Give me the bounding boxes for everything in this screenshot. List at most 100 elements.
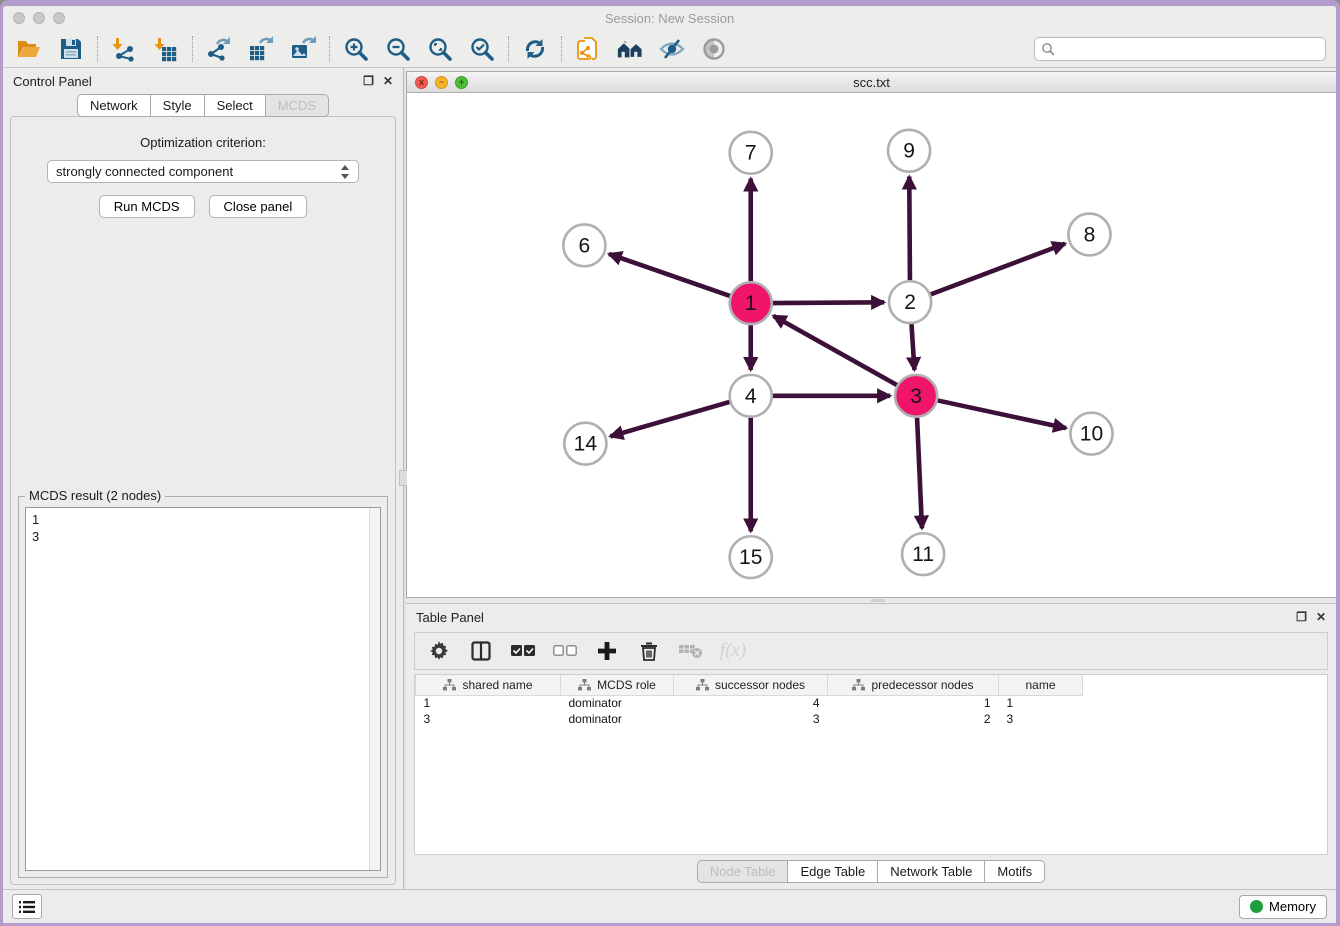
network-window-titlebar: scc.txt x − +	[407, 72, 1336, 93]
table-toolbar: f(x)	[414, 632, 1328, 670]
tab-style[interactable]: Style	[151, 94, 205, 117]
mcds-tab-content: Optimization criterion: strongly connect…	[10, 116, 396, 885]
horizontal-splitter[interactable]	[406, 598, 1336, 603]
zoom-selected-icon[interactable]	[468, 35, 496, 63]
refresh-layout-icon[interactable]	[521, 35, 549, 63]
mcds-result-text[interactable]: 1 3	[25, 507, 381, 871]
float-table-panel-icon[interactable]: ❐	[1296, 611, 1307, 623]
column-header-shared-name[interactable]: shared name	[416, 675, 561, 695]
edge-1-6[interactable]	[609, 254, 730, 296]
node-label-11: 11	[912, 543, 934, 566]
column-header-successor-nodes[interactable]: successor nodes	[674, 675, 828, 695]
network-canvas[interactable]: 7968124314101511	[407, 93, 1336, 597]
column-header-name[interactable]: name	[999, 675, 1083, 695]
window-titlebar: Session: New Session	[3, 6, 1336, 30]
save-session-icon[interactable]	[57, 35, 85, 63]
cell-successor-nodes[interactable]: 4	[674, 695, 828, 711]
search-input[interactable]	[1059, 42, 1319, 56]
first-neighbors-icon[interactable]	[616, 35, 644, 63]
column-header-predecessor-nodes[interactable]: predecessor nodes	[828, 675, 999, 695]
create-column-icon[interactable]	[595, 639, 619, 663]
node-label-6: 6	[579, 234, 591, 257]
optimization-criterion-select[interactable]: strongly connected component	[47, 160, 359, 183]
tab-mcds[interactable]: MCDS	[266, 94, 329, 117]
import-table-icon[interactable]	[152, 35, 180, 63]
tab-select[interactable]: Select	[205, 94, 266, 117]
edge-4-14[interactable]	[610, 402, 729, 436]
table-settings-gear-icon[interactable]	[427, 639, 451, 663]
export-network-icon[interactable]	[205, 35, 233, 63]
clone-network-icon[interactable]	[574, 35, 602, 63]
edge-3-10[interactable]	[938, 400, 1066, 428]
memory-label: Memory	[1269, 899, 1316, 914]
export-table-icon[interactable]	[247, 35, 275, 63]
close-panel-icon[interactable]: ✕	[383, 75, 393, 87]
table-row[interactable]: 1dominator411	[416, 695, 1328, 711]
select-all-columns-icon[interactable]	[511, 639, 535, 663]
show-all-icon[interactable]	[700, 35, 728, 63]
node-table: shared nameMCDS rolesuccessor nodesprede…	[414, 674, 1328, 855]
cell-predecessor-nodes[interactable]: 1	[828, 695, 999, 711]
export-image-icon[interactable]	[289, 35, 317, 63]
splitter-grip[interactable]	[871, 599, 885, 602]
node-label-9: 9	[903, 140, 915, 163]
network-window-title: scc.txt	[407, 75, 1336, 90]
column-header-MCDS-role[interactable]: MCDS role	[561, 675, 674, 695]
mcds-result-title: MCDS result (2 nodes)	[25, 488, 165, 503]
cell-shared-name[interactable]: 3	[416, 711, 561, 727]
zoom-fit-icon[interactable]	[426, 35, 454, 63]
memory-button[interactable]: Memory	[1239, 895, 1327, 919]
float-panel-icon[interactable]: ❐	[363, 75, 374, 87]
delete-column-trash-icon[interactable]	[637, 639, 661, 663]
cell-name[interactable]: 1	[999, 695, 1083, 711]
network-graph[interactable]: 7968124314101511	[407, 93, 1336, 597]
cell-MCDS-role[interactable]: dominator	[561, 711, 674, 727]
search-box[interactable]	[1034, 37, 1326, 61]
cell-successor-nodes[interactable]: 3	[674, 711, 828, 727]
tab-motifs[interactable]: Motifs	[985, 860, 1045, 883]
main-toolbar	[3, 30, 1336, 68]
edge-2-8[interactable]	[931, 244, 1065, 295]
hide-selected-icon[interactable]	[658, 35, 686, 63]
node-label-14: 14	[574, 433, 598, 456]
table-panel: Table Panel ❐ ✕	[406, 603, 1336, 889]
zoom-out-icon[interactable]	[384, 35, 412, 63]
tab-node-table[interactable]: Node Table	[697, 860, 789, 883]
edge-3-11[interactable]	[917, 418, 922, 529]
tab-network-table[interactable]: Network Table	[878, 860, 985, 883]
function-builder-icon: f(x)	[721, 639, 745, 663]
edge-2-3[interactable]	[911, 324, 914, 370]
cell-predecessor-nodes[interactable]: 2	[828, 711, 999, 727]
tab-network[interactable]: Network	[77, 94, 151, 117]
cell-name[interactable]: 3	[999, 711, 1083, 727]
network-window: scc.txt x − + 7968124314101511	[406, 71, 1336, 598]
run-mcds-button[interactable]: Run MCDS	[99, 195, 195, 218]
node-label-10: 10	[1080, 423, 1103, 446]
tab-edge-table[interactable]: Edge Table	[788, 860, 878, 883]
open-session-icon[interactable]	[15, 35, 43, 63]
table-row[interactable]: 3dominator323	[416, 711, 1328, 727]
edge-2-9[interactable]	[909, 177, 910, 281]
network-maximize-icon[interactable]: +	[455, 76, 468, 89]
cell-shared-name[interactable]: 1	[416, 695, 561, 711]
network-minimize-icon[interactable]: −	[435, 76, 448, 89]
close-table-panel-icon[interactable]: ✕	[1316, 611, 1326, 623]
import-network-icon[interactable]	[110, 35, 138, 63]
deselect-all-columns-icon[interactable]	[553, 639, 577, 663]
optimization-criterion-value: strongly connected component	[56, 164, 340, 179]
node-label-15: 15	[739, 546, 762, 569]
edge-1-2[interactable]	[773, 302, 884, 303]
network-close-icon[interactable]: x	[415, 76, 428, 89]
task-history-button[interactable]	[12, 894, 42, 919]
mcds-scrollbar[interactable]	[369, 508, 380, 870]
delete-table-icon	[679, 639, 703, 663]
vertical-splitter[interactable]	[403, 68, 406, 889]
node-label-3: 3	[910, 385, 922, 408]
split-panel-icon[interactable]	[469, 639, 493, 663]
cell-MCDS-role[interactable]: dominator	[561, 695, 674, 711]
zoom-in-icon[interactable]	[342, 35, 370, 63]
edge-3-1[interactable]	[773, 316, 896, 385]
list-icon	[19, 900, 35, 914]
control-panel: Control Panel ❐ ✕ NetworkStyleSelectMCDS…	[3, 68, 403, 889]
close-panel-button[interactable]: Close panel	[209, 195, 308, 218]
